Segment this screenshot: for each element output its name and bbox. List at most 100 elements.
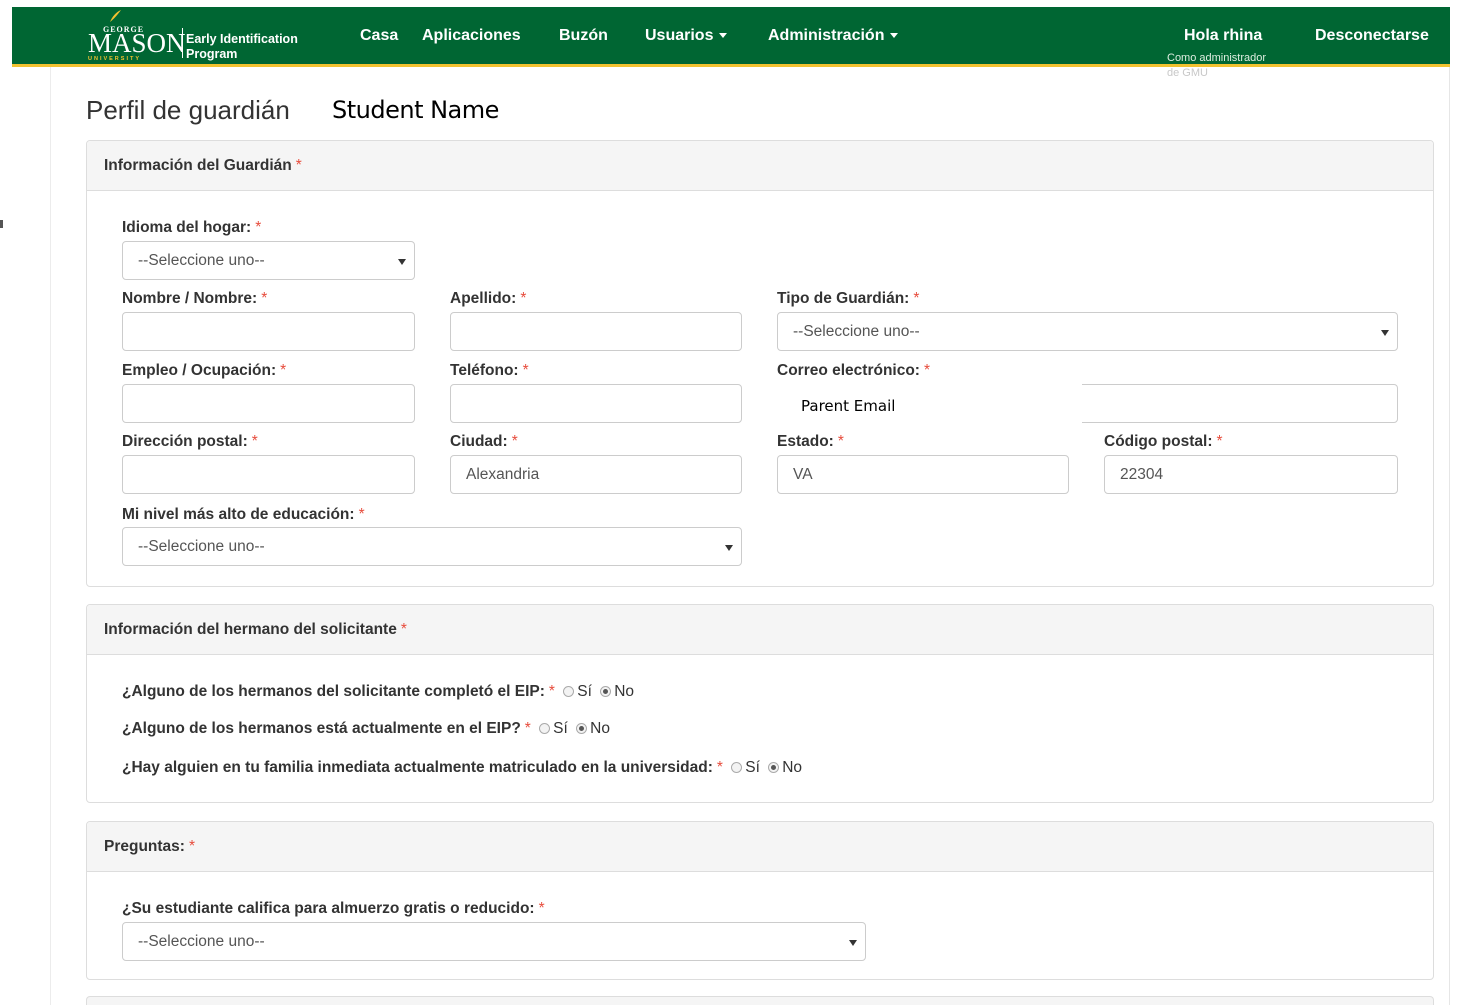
gmu-logo[interactable]: GEORGE MASON UNIVERSITY Early Identifica… bbox=[86, 10, 326, 67]
caret-down-icon bbox=[719, 33, 728, 39]
zip-input[interactable]: 22304 bbox=[1104, 455, 1398, 494]
radio-no-selected[interactable] bbox=[576, 723, 588, 734]
guardian-type-label-text: Tipo de Guardián: bbox=[777, 290, 910, 307]
nav-buzon[interactable]: Buzón bbox=[559, 27, 608, 45]
required-mark: * bbox=[261, 290, 268, 307]
sibling-question-current: ¿Alguno de los hermanos está actualmente… bbox=[122, 720, 610, 738]
address-label: Dirección postal: * bbox=[122, 433, 258, 451]
user-greeting[interactable]: Hola rhina bbox=[1184, 27, 1262, 45]
education-label-text: Mi nivel más alto de educación: bbox=[122, 506, 355, 523]
required-mark: * bbox=[548, 683, 555, 700]
guardian-info-title: Información del Guardián bbox=[104, 157, 292, 174]
phone-input[interactable] bbox=[450, 384, 742, 423]
question-text: ¿Alguno de los hermanos del solicitante … bbox=[122, 683, 545, 700]
guardian-type-label: Tipo de Guardián: * bbox=[777, 290, 919, 308]
logo-mason: MASON bbox=[88, 28, 186, 58]
zip-label-text: Código postal: bbox=[1104, 433, 1213, 450]
language-select[interactable]: --Seleccione uno-- bbox=[122, 241, 415, 280]
radio-yes-label: Sí bbox=[745, 759, 760, 776]
required-mark: * bbox=[188, 838, 196, 855]
radio-yes-label: Sí bbox=[553, 720, 568, 737]
required-mark: * bbox=[913, 290, 920, 307]
program-line-1: Early Identification bbox=[186, 32, 298, 46]
guardian-type-select[interactable]: --Seleccione uno-- bbox=[777, 312, 1398, 351]
program-name: Early Identification Program bbox=[186, 32, 298, 62]
state-label: Estado: * bbox=[777, 433, 844, 451]
radio-no-label: No bbox=[590, 720, 610, 737]
city-input[interactable]: Alexandria bbox=[450, 455, 742, 494]
radio-yes[interactable] bbox=[539, 723, 551, 734]
lunch-select[interactable]: --Seleccione uno-- bbox=[122, 922, 866, 961]
user-role-line-1: Como administrador bbox=[1167, 52, 1267, 64]
user-role: Como administrador de GMU bbox=[1167, 51, 1297, 81]
nav-administracion-label: Administración bbox=[768, 27, 885, 44]
nav-usuarios-label: Usuarios bbox=[645, 27, 714, 44]
page-frame-left bbox=[50, 67, 51, 1005]
questions-panel: Preguntas: * ¿Su estudiante califica para… bbox=[86, 821, 1434, 980]
email-value: Parent Email bbox=[801, 397, 896, 415]
state-label-text: Estado: bbox=[777, 433, 834, 450]
last-name-input[interactable] bbox=[450, 312, 742, 351]
logo-divider bbox=[182, 28, 183, 58]
city-label: Ciudad: * bbox=[450, 433, 518, 451]
questions-heading: Preguntas: * bbox=[87, 822, 1433, 872]
page-frame-right bbox=[1449, 67, 1450, 1005]
required-mark: * bbox=[716, 759, 723, 776]
radio-no-selected[interactable] bbox=[768, 762, 780, 773]
last-name-label: Apellido: * bbox=[450, 290, 526, 308]
top-navbar: GEORGE MASON UNIVERSITY Early Identifica… bbox=[12, 7, 1450, 79]
required-mark: * bbox=[295, 157, 302, 174]
edge-marker bbox=[0, 220, 3, 228]
radio-yes-label: Sí bbox=[577, 683, 592, 700]
required-mark: * bbox=[538, 900, 545, 917]
radio-yes[interactable] bbox=[731, 762, 743, 773]
next-panel-heading bbox=[86, 996, 1434, 1005]
language-label-text: Idioma del hogar: bbox=[122, 219, 252, 236]
education-select[interactable]: --Seleccione uno-- bbox=[122, 527, 742, 566]
address-input[interactable] bbox=[122, 455, 415, 494]
guardian-info-panel: Información del Guardián * Idioma del hog… bbox=[86, 140, 1434, 587]
language-label: Idioma del hogar: * bbox=[122, 219, 261, 237]
state-input[interactable]: VA bbox=[777, 455, 1069, 494]
siblings-info-panel: Información del hermano del solicitante *… bbox=[86, 604, 1434, 803]
required-mark: * bbox=[255, 219, 262, 236]
required-mark: * bbox=[251, 433, 258, 450]
occupation-label: Empleo / Ocupación: * bbox=[122, 362, 286, 380]
required-mark: * bbox=[358, 506, 365, 523]
siblings-info-title: Información del hermano del solicitante bbox=[104, 621, 397, 638]
nav-usuarios-dropdown[interactable]: Usuarios bbox=[645, 27, 728, 45]
leaf-icon bbox=[110, 10, 121, 22]
nav-aplicaciones[interactable]: Aplicaciones bbox=[422, 27, 521, 45]
phone-label: Teléfono: * bbox=[450, 362, 529, 380]
required-mark: * bbox=[1216, 433, 1223, 450]
radio-no-selected[interactable] bbox=[600, 686, 612, 697]
occupation-input[interactable] bbox=[122, 384, 415, 423]
logout-link[interactable]: Desconectarse bbox=[1315, 27, 1429, 45]
question-text: ¿Alguno de los hermanos está actualmente… bbox=[122, 720, 521, 737]
required-mark: * bbox=[923, 362, 931, 379]
email-label: Correo electrónico: * bbox=[777, 362, 930, 380]
required-mark: * bbox=[511, 433, 518, 450]
program-line-2: Program bbox=[186, 47, 238, 61]
first-name-input[interactable] bbox=[122, 312, 415, 351]
lunch-label-text: ¿Su estudiante califica para almuerzo gr… bbox=[122, 900, 535, 917]
radio-yes[interactable] bbox=[563, 686, 575, 697]
nav-casa[interactable]: Casa bbox=[360, 27, 398, 45]
radio-no-label: No bbox=[614, 683, 635, 700]
guardian-info-heading: Información del Guardián * bbox=[87, 141, 1433, 191]
first-name-label: Nombre / Nombre: * bbox=[122, 290, 267, 308]
required-mark: * bbox=[524, 720, 531, 737]
required-mark: * bbox=[280, 362, 287, 379]
occupation-label-text: Empleo / Ocupación: bbox=[122, 362, 277, 379]
caret-down-icon bbox=[890, 33, 899, 39]
nav-administracion-dropdown[interactable]: Administración bbox=[768, 27, 899, 45]
zip-label: Código postal: * bbox=[1104, 433, 1223, 451]
questions-title: Preguntas: bbox=[104, 838, 185, 855]
lunch-label: ¿Su estudiante califica para almuerzo gr… bbox=[122, 900, 545, 918]
sibling-question-completed: ¿Alguno de los hermanos del solicitante … bbox=[122, 683, 634, 701]
radio-no-label: No bbox=[782, 759, 803, 776]
siblings-info-heading: Información del hermano del solicitante * bbox=[87, 605, 1433, 655]
email-label-text: Correo electrónico: bbox=[777, 362, 920, 379]
logo-university: UNIVERSITY bbox=[88, 56, 142, 62]
user-role-line-2: de GMU bbox=[1167, 67, 1208, 79]
